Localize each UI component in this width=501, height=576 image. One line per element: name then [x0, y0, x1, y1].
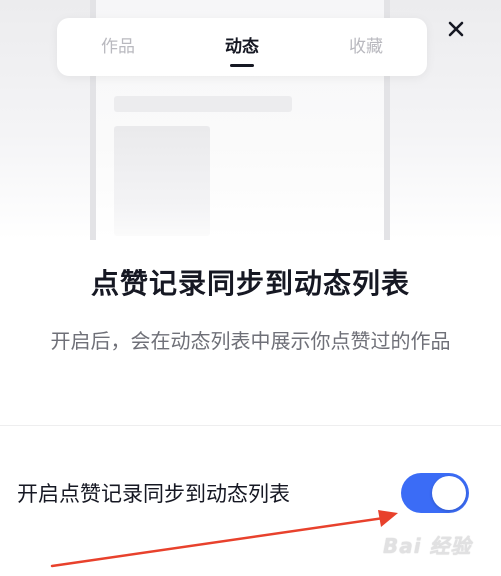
- preview-illustration: 作品 动态 收藏: [0, 0, 501, 240]
- active-tab-indicator: [230, 64, 254, 67]
- tab-bar: 作品 动态 收藏: [57, 18, 427, 76]
- sync-setting-label: 开启点赞记录同步到动态列表: [17, 482, 290, 506]
- watermark-text: Bai 经验: [383, 534, 472, 558]
- divider: [0, 425, 501, 426]
- tab-favorites[interactable]: 收藏: [321, 18, 411, 76]
- tab-works[interactable]: 作品: [73, 18, 163, 76]
- baidu-watermark: Bai 经验: [383, 528, 498, 564]
- close-icon: [448, 21, 464, 37]
- toggle-knob: [432, 476, 466, 510]
- placeholder-card: [114, 126, 210, 236]
- tab-moments[interactable]: 动态: [197, 18, 287, 76]
- dialog-description: 开启后，会在动态列表中展示你点赞过的作品: [50, 329, 451, 353]
- close-button[interactable]: [441, 14, 471, 44]
- placeholder-bar: [114, 96, 292, 112]
- dialog-title: 点赞记录同步到动态列表: [90, 267, 410, 300]
- sync-toggle[interactable]: [401, 473, 469, 513]
